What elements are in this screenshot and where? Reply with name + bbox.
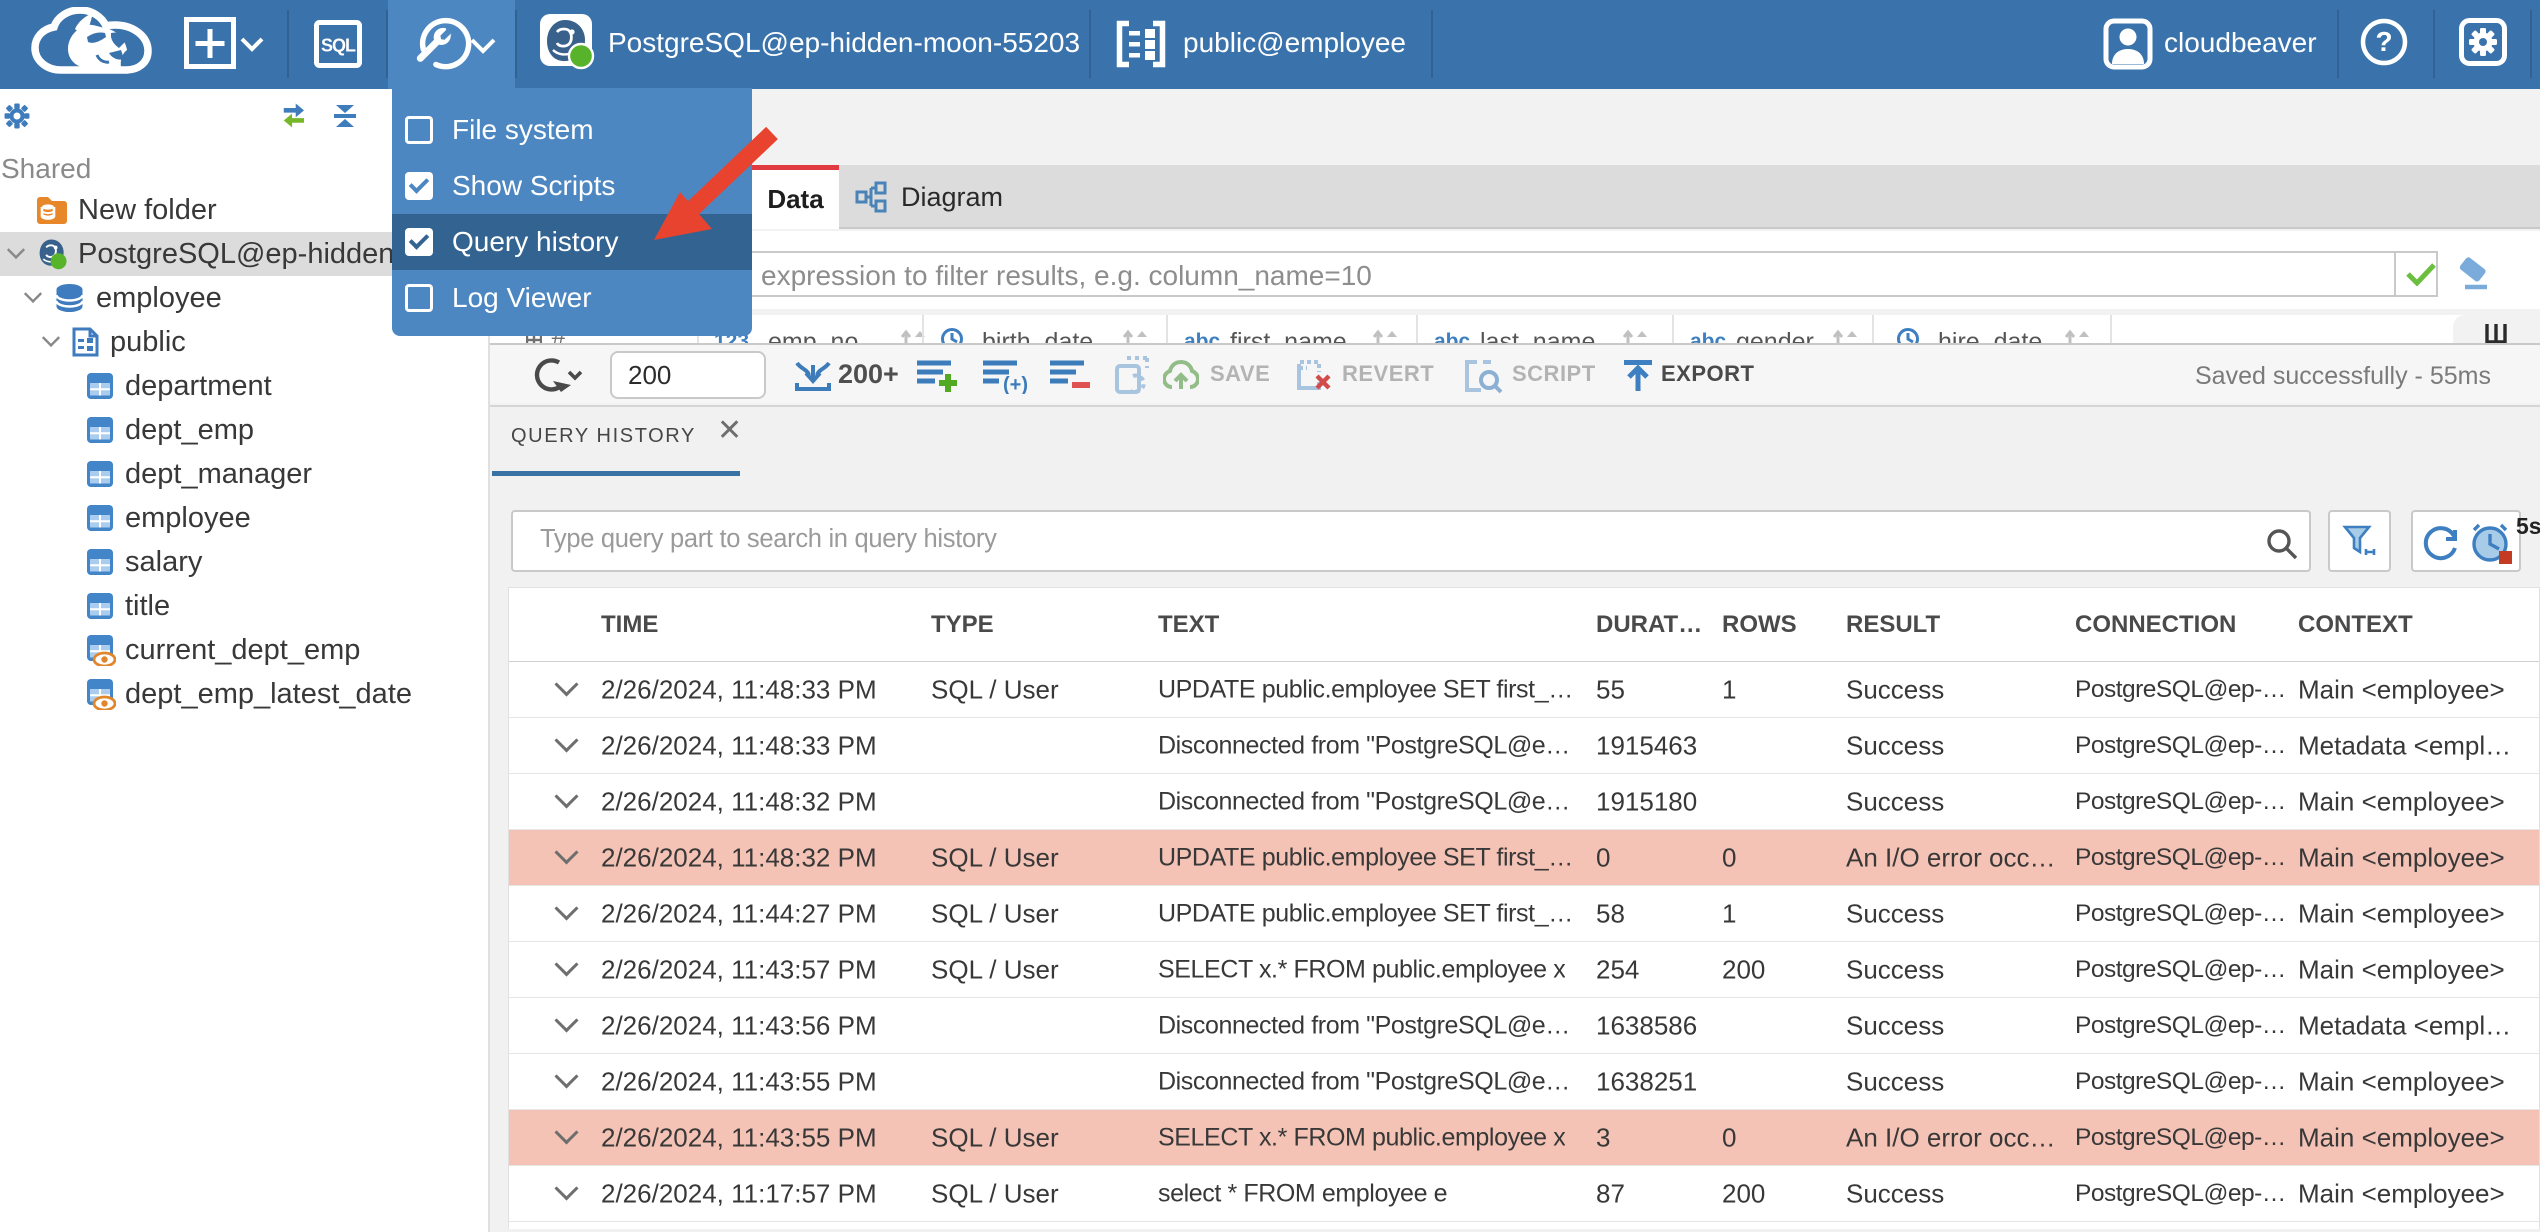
svg-text:SQL: SQL xyxy=(321,36,356,56)
svg-text:?: ? xyxy=(2375,26,2392,57)
svg-text:(+): (+) xyxy=(1003,374,1027,394)
